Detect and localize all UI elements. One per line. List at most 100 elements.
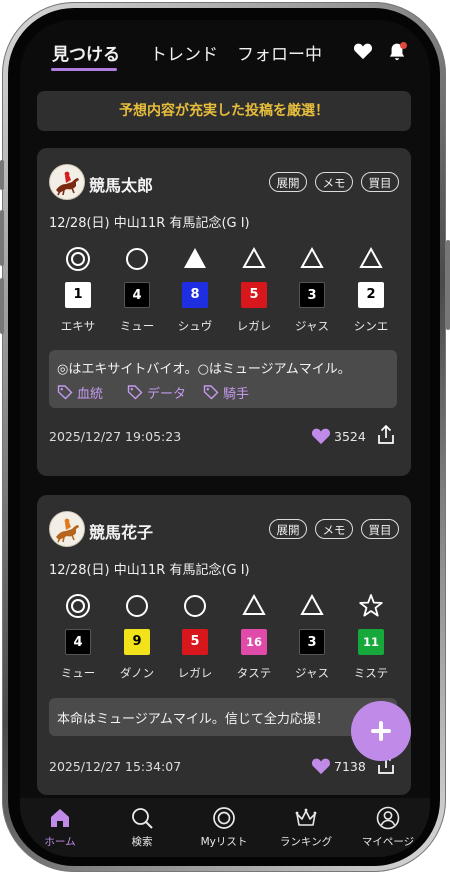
kaime-button[interactable]: 買目 xyxy=(361,172,399,192)
nav-search[interactable]: 検索 xyxy=(102,804,182,854)
circle-mark-icon xyxy=(126,595,148,617)
tag-icon xyxy=(203,385,219,400)
like-heart-icon[interactable] xyxy=(311,427,331,445)
plus-icon-vertical xyxy=(379,721,383,741)
pick-item: 5 レガレ xyxy=(170,591,220,686)
nav-ranking[interactable]: ランキング xyxy=(266,804,346,854)
target-icon xyxy=(213,807,235,829)
triangle-mark-icon xyxy=(300,593,324,615)
tag-icon xyxy=(57,385,73,400)
filled-triangle-mark-icon xyxy=(184,248,206,268)
author-name[interactable]: 競馬花子 xyxy=(89,519,153,543)
author-name[interactable]: 競馬太郎 xyxy=(89,172,153,196)
star-mark-icon xyxy=(359,594,383,617)
notification-badge xyxy=(400,42,407,49)
comment-text: 本命はミュージアムマイル。信じて全力応援！ xyxy=(57,712,329,727)
horse-name: ミステ xyxy=(353,666,389,680)
circle-mark-icon xyxy=(184,595,206,617)
horse-number-box: 11 xyxy=(358,629,384,655)
comment-box[interactable]: ◎はエキサイトバイオ。○はミュージアムマイル。 血統 データ 騎手 xyxy=(49,350,397,408)
like-count: 7138 xyxy=(334,759,366,774)
pick-item: 3 ジャス xyxy=(287,244,337,339)
horse-number-box: 3 xyxy=(299,629,325,655)
memo-button[interactable]: メモ xyxy=(315,519,353,539)
horse-name: ミュー xyxy=(119,319,155,333)
tab-trend[interactable]: トレンド xyxy=(150,40,218,65)
horse-number-box: 4 xyxy=(65,629,91,655)
share-icon[interactable] xyxy=(377,425,395,445)
side-button xyxy=(0,160,4,190)
pick-item: 5 レガレ xyxy=(229,244,279,339)
kaime-button[interactable]: 買目 xyxy=(361,519,399,539)
horse-number-box: 2 xyxy=(358,282,384,308)
avatar[interactable] xyxy=(49,164,85,200)
horse-name: ジャス xyxy=(295,319,329,333)
comment-text: ◎はエキサイトバイオ。○はミュージアムマイル。 xyxy=(57,362,351,377)
tag-icon xyxy=(127,385,143,400)
triangle-mark-icon xyxy=(242,246,266,268)
avatar[interactable] xyxy=(49,511,85,547)
new-post-button[interactable] xyxy=(351,701,411,761)
volume-down-button xyxy=(0,278,4,334)
horse-name: ジャス xyxy=(295,666,329,680)
pick-item: 1 エキサ xyxy=(53,244,103,339)
pick-item: 3 ジャス xyxy=(287,591,337,686)
nav-home[interactable]: ホーム xyxy=(20,804,100,854)
race-info: 12/28(日) 中山11R 有馬記念(G I) xyxy=(49,563,250,578)
horse-name: ミュー xyxy=(60,666,96,680)
tab-following[interactable]: フォロー中 xyxy=(237,40,322,65)
phone-frame: 見つける トレンド フォロー中 予想内容が充実した投稿を厳選！ 競馬太郎 展開 … xyxy=(0,0,450,877)
search-icon xyxy=(132,808,153,829)
horse-number-box: 9 xyxy=(124,629,150,655)
circle-mark-icon xyxy=(126,248,148,270)
horse-name: レガレ xyxy=(236,319,272,333)
like-heart-icon[interactable] xyxy=(311,757,331,775)
triangle-mark-icon xyxy=(242,593,266,615)
pick-item: 4 ミュー xyxy=(112,244,162,339)
home-icon xyxy=(51,809,69,827)
user-icon xyxy=(376,806,400,830)
power-button xyxy=(446,240,450,330)
double-circle-mark-icon xyxy=(66,594,90,618)
horse-name: エキサ xyxy=(60,319,96,333)
horse-number-box: 8 xyxy=(182,282,208,308)
horse-name: タステ xyxy=(236,666,272,680)
horse-number-box: 1 xyxy=(65,282,91,308)
horse-name: レガレ xyxy=(177,666,213,680)
horse-name: シュヴ xyxy=(177,319,213,333)
featured-banner[interactable]: 予想内容が充実した投稿を厳選！ xyxy=(37,91,411,131)
double-circle-mark-icon xyxy=(66,247,90,271)
pick-item: 8 シュヴ xyxy=(170,244,220,339)
post-card[interactable]: 競馬太郎 展開 メモ 買目 12/28(日) 中山11R 有馬記念(G I) 1… xyxy=(37,148,411,476)
horse-number-box: 5 xyxy=(241,282,267,308)
pick-item: 16 タステ xyxy=(229,591,279,686)
pick-item: 11 ミステ xyxy=(346,591,396,686)
comment-box[interactable]: 本命はミュージアムマイル。信じて全力応援！ xyxy=(49,698,397,736)
post-timestamp: 2025/12/27 19:05:23 xyxy=(49,429,182,444)
race-info: 12/28(日) 中山11R 有馬記念(G I) xyxy=(49,216,250,231)
memo-button[interactable]: メモ xyxy=(315,172,353,192)
post-timestamp: 2025/12/27 15:34:07 xyxy=(49,759,182,774)
horse-number-box: 5 xyxy=(182,629,208,655)
nav-mypage[interactable]: マイページ xyxy=(348,804,428,854)
horse-number-box: 4 xyxy=(124,282,150,308)
tab-discover[interactable]: 見つける xyxy=(52,40,120,65)
post-card[interactable]: 競馬花子 展開 メモ 買目 12/28(日) 中山11R 有馬記念(G I) 4… xyxy=(37,495,411,795)
horse-number-box: 3 xyxy=(299,282,325,308)
nav-mylist[interactable]: Myリスト xyxy=(184,804,264,854)
app-screen: 見つける トレンド フォロー中 予想内容が充実した投稿を厳選！ 競馬太郎 展開 … xyxy=(20,20,430,857)
heart-icon[interactable] xyxy=(353,42,373,60)
like-count: 3524 xyxy=(334,429,366,444)
active-tab-indicator xyxy=(51,68,117,71)
top-tab-bar: 見つける トレンド フォロー中 xyxy=(20,20,430,76)
tenkai-button[interactable]: 展開 xyxy=(269,172,307,192)
triangle-mark-icon xyxy=(359,246,383,268)
volume-up-button xyxy=(0,210,4,266)
bottom-navigation: ホーム 検索 Myリスト ランキング マイページ xyxy=(20,798,430,857)
triangle-mark-icon xyxy=(300,246,324,268)
pick-item: 9 ダノン xyxy=(112,591,162,686)
horse-name: ダノン xyxy=(119,666,155,680)
pick-item: 4 ミュー xyxy=(53,591,103,686)
jockey-avatar-icon xyxy=(56,518,79,543)
tenkai-button[interactable]: 展開 xyxy=(269,519,307,539)
